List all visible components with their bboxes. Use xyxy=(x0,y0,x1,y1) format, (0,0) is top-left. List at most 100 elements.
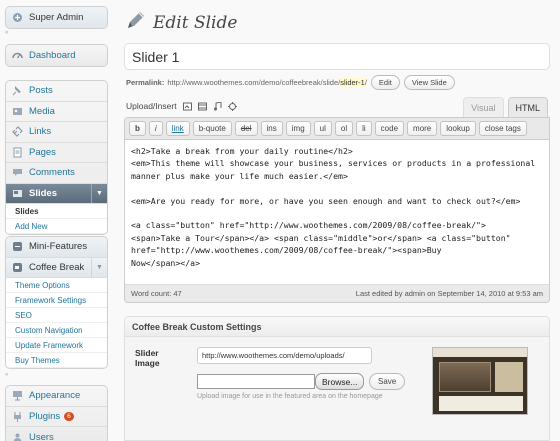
menu-label: Slides xyxy=(29,187,57,199)
quicktag-li-button[interactable]: li xyxy=(356,121,372,136)
slides-icon xyxy=(12,188,23,199)
menu-label: Mini-Features xyxy=(29,241,88,253)
submenu-item-theme-options[interactable]: Theme Options xyxy=(6,278,107,293)
menu-group-features: Mini-Features Coffee Break ▼ Theme Optio… xyxy=(5,236,108,369)
quicktags-toolbar: b i link b-quote del ins img ul ol li co… xyxy=(125,118,549,140)
coffee-break-submenu: Theme Options Framework Settings SEO Cus… xyxy=(6,278,107,368)
menu-item-posts[interactable]: Posts xyxy=(6,81,107,102)
menu-item-media[interactable]: Media xyxy=(6,102,107,122)
add-image-icon[interactable] xyxy=(182,102,192,111)
upload-help-text: Upload image for use in the featured are… xyxy=(197,393,383,400)
menu-item-links[interactable]: Links xyxy=(6,122,107,143)
menu-label: Users xyxy=(29,431,54,441)
media-icon xyxy=(12,106,23,117)
link-icon xyxy=(12,126,23,138)
update-count-badge: 6 xyxy=(64,411,74,421)
submenu-item-add-new[interactable]: Add New xyxy=(6,219,107,234)
html-editor: b i link b-quote del ins img ul ol li co… xyxy=(124,117,550,303)
menu-item-slides[interactable]: Slides ▼ xyxy=(6,183,107,204)
quicktag-del-button[interactable]: del xyxy=(234,121,258,136)
comment-icon xyxy=(12,167,23,178)
view-slide-button[interactable]: View Slide xyxy=(403,75,455,90)
users-icon xyxy=(12,432,23,441)
quicktag-lookup-button[interactable]: lookup xyxy=(440,121,476,136)
menu-item-coffee-break[interactable]: Coffee Break ▼ xyxy=(6,257,107,278)
menu-item-pages[interactable]: Pages xyxy=(6,143,107,163)
menu-separator[interactable]: « xyxy=(5,30,105,36)
menu-label: Super Admin xyxy=(29,11,84,23)
add-video-icon[interactable] xyxy=(197,102,207,111)
menu-group-super-admin: Super Admin xyxy=(5,6,108,29)
page-icon xyxy=(12,147,23,158)
quicktag-close-tags-button[interactable]: close tags xyxy=(478,121,527,136)
pen-icon xyxy=(125,9,147,36)
submenu-item-buy-themes[interactable]: Buy Themes xyxy=(6,353,107,368)
menu-label: Coffee Break xyxy=(29,261,85,273)
permalink-base: http://www.woothemes.com/demo/coffeebrea… xyxy=(167,78,341,87)
permalink-label: Permalink: xyxy=(126,78,165,87)
slider-image-url-input[interactable]: http://www.woothemes.com/demo/uploads/ xyxy=(197,347,372,364)
edit-permalink-button[interactable]: Edit xyxy=(370,75,400,90)
quicktag-ul-button[interactable]: ul xyxy=(313,121,332,136)
quicktag-img-button[interactable]: img xyxy=(285,121,311,136)
features-icon xyxy=(12,241,23,252)
page-title-text: Edit Slide xyxy=(153,12,238,33)
menu-group-content: Posts Media Links Pages Comments Slides … xyxy=(5,80,108,235)
save-image-button[interactable]: Save xyxy=(369,373,406,390)
menu-label: Pages xyxy=(29,146,56,158)
pin-icon xyxy=(12,85,23,96)
add-audio-icon[interactable] xyxy=(213,101,222,111)
upload-insert-row: Upload/Insert xyxy=(126,101,237,111)
last-edited: Last edited by admin on September 14, 20… xyxy=(355,289,543,298)
browse-button[interactable]: Browse... xyxy=(315,373,365,390)
admin-sidebar: Super Admin « Dashboard Posts Media Link… xyxy=(0,0,110,441)
submenu-item-seo[interactable]: SEO xyxy=(6,308,107,323)
submenu-item-update-framework[interactable]: Update Framework xyxy=(6,338,107,353)
super-admin-icon xyxy=(12,12,23,23)
menu-item-mini-features[interactable]: Mini-Features xyxy=(6,237,107,258)
quicktag-ins-button[interactable]: ins xyxy=(260,121,283,136)
editor-status-bar: Word count: 47 Last edited by admin on S… xyxy=(125,284,549,302)
menu-label: Comments xyxy=(29,167,75,179)
permalink-slug[interactable]: slider-1 xyxy=(340,78,365,87)
quicktag-italic-button[interactable]: i xyxy=(148,121,163,136)
editor-textarea[interactable]: <h2>Take a break from your daily routine… xyxy=(125,140,549,284)
custom-settings-title[interactable]: Coffee Break Custom Settings xyxy=(125,317,549,337)
quicktag-bold-button[interactable]: b xyxy=(129,121,146,136)
chevron-down-icon[interactable]: ▼ xyxy=(91,257,107,277)
menu-separator[interactable]: « xyxy=(5,372,105,378)
slider-image-label: Slider Image xyxy=(135,348,160,368)
quicktag-link-button[interactable]: link xyxy=(165,121,190,136)
tab-html[interactable]: HTML xyxy=(507,97,548,117)
menu-item-users[interactable]: Users xyxy=(6,427,107,441)
file-upload-field[interactable] xyxy=(197,374,315,389)
editor-tabs: Visual HTML xyxy=(459,97,548,117)
menu-label: Appearance xyxy=(29,390,81,402)
custom-settings-box: Coffee Break Custom Settings Slider Imag… xyxy=(124,316,550,441)
tab-visual[interactable]: Visual xyxy=(463,97,504,117)
upload-insert-label: Upload/Insert xyxy=(126,101,177,111)
submenu-item-framework-settings[interactable]: Framework Settings xyxy=(6,293,107,308)
menu-item-dashboard[interactable]: Dashboard xyxy=(6,45,107,66)
menu-item-super-admin[interactable]: Super Admin xyxy=(6,7,107,28)
menu-item-plugins[interactable]: Plugins 6 xyxy=(6,407,107,427)
menu-label: Posts xyxy=(29,85,53,97)
menu-separator xyxy=(5,69,105,75)
menu-item-appearance[interactable]: Appearance xyxy=(6,386,107,407)
page-title: Edit Slide xyxy=(125,9,237,36)
menu-label: Links xyxy=(29,126,52,138)
submenu-item-slides[interactable]: Slides xyxy=(6,204,107,219)
menu-group-dashboard: Dashboard xyxy=(5,44,108,67)
chevron-down-icon[interactable]: ▼ xyxy=(91,183,107,203)
quicktag-blockquote-button[interactable]: b-quote xyxy=(192,121,232,136)
submenu-item-custom-navigation[interactable]: Custom Navigation xyxy=(6,323,107,338)
menu-item-comments[interactable]: Comments xyxy=(6,163,107,184)
quicktag-ol-button[interactable]: ol xyxy=(334,121,354,136)
menu-group-admin: Appearance Plugins 6 Users xyxy=(5,385,108,441)
permalink-row: Permalink: http://www.woothemes.com/demo… xyxy=(126,75,455,90)
post-title-input[interactable]: Slider 1 xyxy=(124,43,550,70)
add-media-icon[interactable] xyxy=(227,101,237,111)
quicktag-more-button[interactable]: more xyxy=(407,121,438,136)
quicktag-code-button[interactable]: code xyxy=(374,121,405,136)
menu-label: Dashboard xyxy=(29,49,76,61)
